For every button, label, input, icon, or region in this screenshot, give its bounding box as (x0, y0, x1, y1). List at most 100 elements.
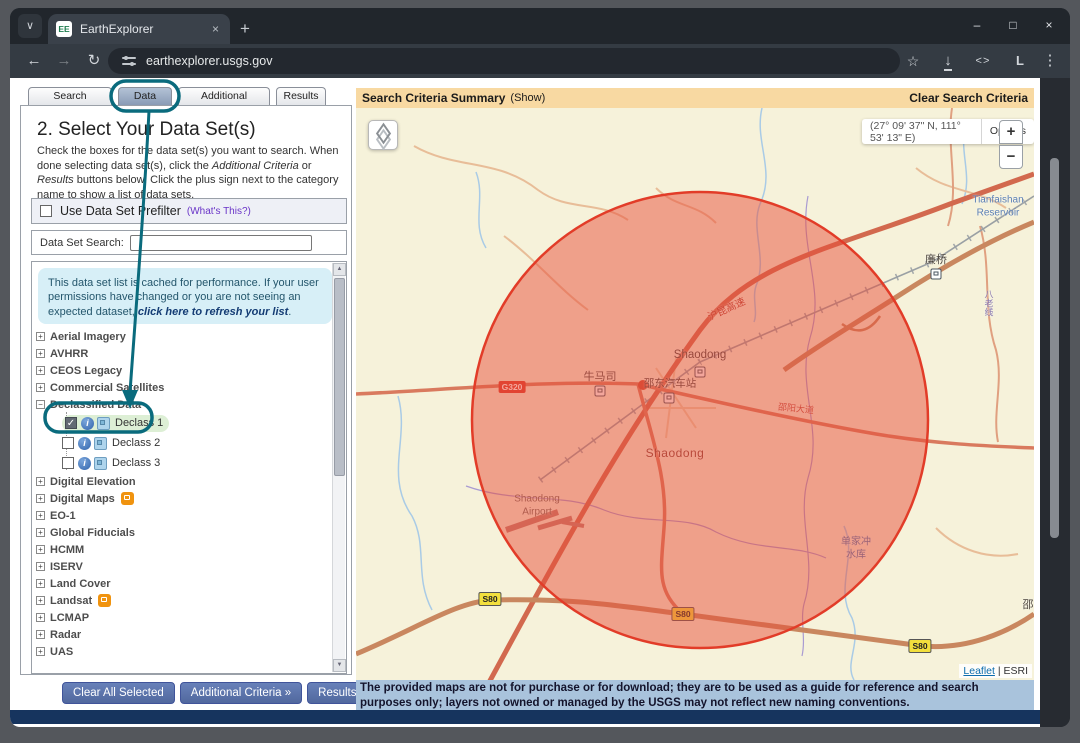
tree-category[interactable]: + HCMM (36, 541, 332, 558)
tree-category[interactable]: + Digital Maps (36, 490, 332, 507)
leaflet-link[interactable]: Leaflet (963, 665, 995, 677)
tab-additional-criteria[interactable]: Additional Criteria (178, 87, 270, 119)
show-toggle-link[interactable]: (Show) (510, 92, 545, 104)
back-button[interactable]: ← (22, 44, 46, 78)
additional-criteria-button[interactable]: Additional Criteria » (179, 682, 303, 704)
zoom-control: + − (999, 120, 1023, 169)
minimize-button[interactable]: – (967, 18, 987, 32)
tree-category[interactable]: + EO-1 (36, 507, 332, 524)
dataset-search-row: Data Set Search: (31, 230, 347, 255)
tree-category[interactable]: + CEOS Legacy (36, 362, 332, 379)
route-shield-s80: S80 (478, 592, 502, 606)
browser-tab[interactable]: EE EarthExplorer × (48, 14, 230, 44)
tree-category[interactable]: + UAS (36, 643, 332, 660)
map-label-shaodong-airport: Shaodong Airport (514, 493, 560, 518)
search-criteria-summary-label: Search Criteria Summary (362, 91, 506, 105)
prefilter-box: Use Data Set Prefilter (What's This?) (31, 198, 347, 224)
kebab-menu-icon[interactable]: ⋮ (1038, 44, 1062, 78)
leaflet-map[interactable]: Shaodong 牛马司 邵东汽车站 沪昆高速 Shaodong 邵阳大道 廉桥… (356, 108, 1034, 680)
tree-dataset-declass1[interactable]: ✓ i Declass 1 (36, 413, 332, 433)
tree-category[interactable]: + Digital Elevation (36, 473, 332, 490)
maximize-button[interactable]: □ (1003, 18, 1023, 32)
category-label: Digital Maps (50, 492, 115, 505)
clear-all-selected-button[interactable]: Clear All Selected (62, 682, 175, 704)
expand-plus-icon[interactable]: + (36, 613, 45, 622)
reload-button[interactable]: ↻ (82, 44, 106, 78)
expand-plus-icon[interactable]: + (36, 528, 45, 537)
scroll-down-icon[interactable]: ▼ (333, 659, 346, 672)
expand-plus-icon[interactable]: + (36, 494, 45, 503)
footprint-icon[interactable] (94, 436, 107, 450)
dataset-checkbox[interactable] (62, 437, 74, 449)
tree-category[interactable]: + AVHRR (36, 345, 332, 362)
tree-category[interactable]: + Global Fiducials (36, 524, 332, 541)
data-sets-panel: 2. Select Your Data Set(s) Check the box… (20, 105, 352, 675)
expand-plus-icon[interactable]: + (36, 383, 45, 392)
collapse-minus-icon[interactable]: − (36, 400, 45, 409)
map-label-shaodong-station: Shaodong (673, 349, 727, 361)
expand-plus-icon[interactable]: + (36, 349, 45, 358)
refresh-list-link[interactable]: click here to refresh your list (138, 306, 288, 318)
forward-button[interactable]: → (52, 44, 76, 78)
clear-search-criteria-link[interactable]: Clear Search Criteria (909, 91, 1028, 105)
cache-notice: This data set list is cached for perform… (38, 268, 332, 324)
tree-dataset-declass2[interactable]: i Declass 2 (36, 433, 332, 453)
tree-category[interactable]: + Landsat (36, 592, 332, 609)
zoom-in-button[interactable]: + (999, 120, 1023, 144)
expand-plus-icon[interactable]: + (36, 477, 45, 486)
list-scrollbar[interactable]: ▲ ▼ (332, 263, 346, 672)
list-scrollbar-thumb[interactable] (334, 278, 345, 476)
tree-category[interactable]: + ISERV (36, 558, 332, 575)
tree-dataset-declass3[interactable]: i Declass 3 (36, 453, 332, 473)
download-icon[interactable]: ↓ (936, 44, 960, 78)
expand-plus-icon[interactable]: + (36, 332, 45, 341)
tab-results[interactable]: Results (276, 87, 326, 106)
tab-search-chevron-button[interactable]: ∨ (18, 14, 42, 38)
tree-category[interactable]: + Commercial Satellites (36, 379, 332, 396)
dataset-search-input[interactable] (129, 234, 312, 251)
whats-this-link[interactable]: (What's This?) (187, 206, 251, 217)
footprint-icon[interactable] (94, 456, 107, 470)
address-bar[interactable]: earthexplorer.usgs.gov (108, 48, 900, 74)
close-window-button[interactable]: × (1039, 18, 1059, 32)
info-icon[interactable]: i (78, 436, 91, 450)
browser-scrollbar-track[interactable] (1040, 78, 1070, 727)
code-extension-icon[interactable]: < > (966, 44, 998, 78)
tree-category-declassified[interactable]: − Declassified Data (36, 396, 332, 413)
bookmark-star-icon[interactable]: ☆ (901, 44, 925, 78)
dataset-checkbox[interactable] (62, 457, 74, 469)
scroll-up-icon[interactable]: ▲ (333, 263, 346, 276)
expand-plus-icon[interactable]: + (36, 366, 45, 375)
expand-plus-icon[interactable]: + (36, 511, 45, 520)
prefilter-checkbox[interactable] (40, 205, 52, 217)
expand-plus-icon[interactable]: + (36, 630, 45, 639)
tab-search-criteria[interactable]: Search Criteria (28, 87, 112, 119)
browser-scrollbar-thumb[interactable] (1050, 158, 1059, 538)
category-label: HCMM (50, 543, 85, 556)
footprint-icon[interactable] (97, 416, 110, 430)
expand-plus-icon[interactable]: + (36, 545, 45, 554)
expand-plus-icon[interactable]: + (36, 647, 45, 656)
layers-control[interactable] (368, 120, 398, 151)
info-icon[interactable]: i (81, 416, 94, 430)
site-settings-icon[interactable] (122, 56, 136, 66)
tree-category[interactable]: + Land Cover (36, 575, 332, 592)
new-tab-button[interactable]: + (240, 14, 250, 44)
expand-plus-icon[interactable]: + (36, 579, 45, 588)
tree-category[interactable]: + LCMAP (36, 609, 332, 626)
profile-avatar[interactable]: L (1008, 44, 1032, 78)
tree-category[interactable]: + Aerial Imagery (36, 328, 332, 345)
zoom-out-button[interactable]: − (999, 145, 1023, 169)
category-label: UAS (50, 645, 74, 658)
browser-window: ∨ EE EarthExplorer × + – □ × ← → ↻ earth… (10, 8, 1070, 727)
expand-plus-icon[interactable]: + (36, 596, 45, 605)
tab-close-icon[interactable]: × (209, 22, 222, 36)
tab-title: EarthExplorer (80, 22, 154, 36)
dataset-checkbox-checked[interactable]: ✓ (65, 417, 77, 429)
expand-plus-icon[interactable]: + (36, 562, 45, 571)
info-icon[interactable]: i (78, 456, 91, 470)
tab-data-sets[interactable]: Data Sets (118, 87, 172, 119)
map-label-partial-east: 邵 (1022, 599, 1034, 611)
alert-icon (120, 492, 134, 505)
tree-category[interactable]: + Radar (36, 626, 332, 643)
